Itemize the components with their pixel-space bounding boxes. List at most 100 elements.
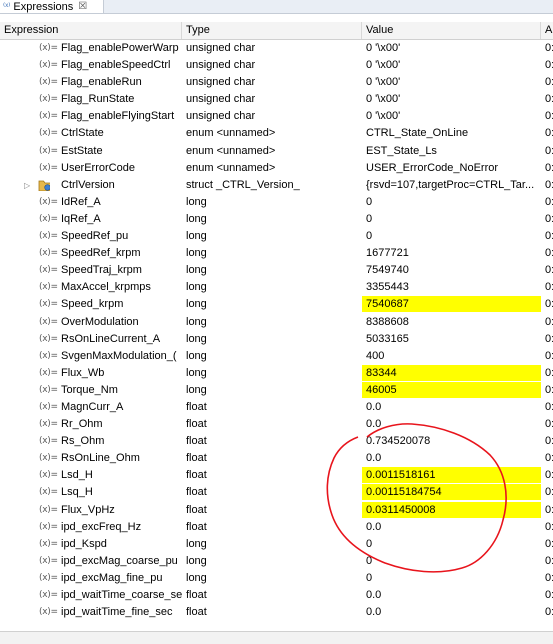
table-row[interactable]: (x)=Flux_VpHz float 0.0311450008 0: [0,501,553,519]
table-row[interactable]: (x)=ipd_excFreq_Hz float 0.0 0: [0,519,553,536]
value-text: 0 '\x00' [366,76,401,89]
value-cell[interactable]: 0.0011518161 [362,467,541,484]
table-row[interactable]: (x)=Torque_Nm long 46005 0: [0,381,553,399]
table-row[interactable]: (x)= Flag_enableFlyingStart unsigned char 0… [0,108,553,125]
type-cell: long [186,554,207,567]
expression-name: Lsd_H [61,469,93,482]
table-row[interactable]: (x)=EstState enum <unnamed> EST_State_Ls 0: [0,143,553,160]
value-cell[interactable]: 0 [362,194,541,211]
table-row[interactable]: (x)=ipd_Kspd long 0 0: [0,536,553,553]
table-row[interactable]: (x)=SvgenMaxModulation_(long 400 0: [0,348,553,365]
table-row[interactable]: (x)=Speed_krpm long 7540687 0: [0,296,553,313]
value-cell[interactable]: 46005 [362,381,541,399]
value-cell[interactable]: {rsvd=107,targetProc=CTRL_Tar... [362,177,541,194]
table-row[interactable]: (x)=SpeedRef_pu long 0 0: [0,228,553,245]
value-cell[interactable]: 400 [362,348,541,365]
table-row[interactable]: (x)=Rs_Ohm float 0.734520078 0: [0,433,553,450]
table-row[interactable]: (x)=Flux_Wb long 83344 0: [0,364,553,382]
table-row[interactable]: (x)=ipd_excMag_coarse_pu long 0 0: [0,553,553,570]
table-row[interactable]: (x)= UserErrorCode enum <unnamed> USER_Erro… [0,160,553,177]
type-cell: unsigned char [186,59,256,72]
value-cell[interactable]: 0 [362,553,541,570]
value-cell[interactable]: 0.0 [362,604,541,621]
value-cell[interactable]: 3355443 [362,279,541,296]
type-cell: long [186,298,207,311]
expression-cell: (x)= ipd_excMag_coarse_pu [0,553,182,570]
type-cell: enum <unnamed> [186,161,276,174]
table-row[interactable]: (x)=RsOnLineCurrent_A long 5033165 0: [0,331,553,348]
value-cell[interactable]: 5033165 [362,331,541,348]
column-header-type[interactable]: Type [182,22,362,39]
table-row[interactable]: (x)=ipd_waitTime_fine_sec float 0.0 0: [0,604,553,621]
value-cell[interactable]: 0.0 [362,450,541,467]
value-cell[interactable]: 1677721 [362,245,541,262]
value-cell[interactable]: CTRL_State_OnLine [362,125,541,142]
column-header-expression[interactable]: Expression [0,22,182,39]
table-row[interactable]: (x)=IqRef_A long 0 0: [0,211,553,228]
table-row[interactable]: (x)=MaxAccel_krpmps long 3355443 0: [0,279,553,296]
table-row[interactable]: (x)=Lsq_H float 0.00115184754 0: [0,484,553,501]
value-cell[interactable]: 0.0 [362,519,541,536]
expressions-icon: ⁽ˣ⁾ [3,1,11,11]
table-row[interactable]: (x)=SpeedRef_krpm long 1677721 0: [0,245,553,262]
table-row[interactable]: ▷ CtrlVersion struct _CTRL_Version_ {rsvd=1… [0,177,553,194]
table-row[interactable]: (x)=Lsd_H float 0.0011518161 0: [0,467,553,484]
type-cell: unsigned char [186,110,256,123]
value-cell[interactable]: 0.0 [362,416,541,433]
address-cell: 0: [545,520,553,533]
value-cell[interactable]: 7540687 [362,296,541,313]
type-cell: long [186,366,207,379]
table-row[interactable]: (x)= Flag_enableSpeedCtrl unsigned char 0 '… [0,57,553,74]
table-row[interactable]: (x)=Rr_Ohm float 0.0 0: [0,416,553,433]
table-row[interactable]: (x)=ipd_excMag_fine_pu long 0 0: [0,570,553,587]
value-cell[interactable]: 0 [362,536,541,553]
table-row[interactable]: (x)= Flag_enablePowerWarp unsigned char 0 '… [0,40,553,57]
value-cell[interactable]: 0 [362,211,541,228]
value-text: 0 [366,571,373,584]
table-row[interactable]: (x)=IdRef_A long 0 0: [0,194,553,211]
value-cell[interactable]: 0 [362,570,541,587]
table-row[interactable]: (x)=Flag_RunState unsigned char 0 '\x00' 0: [0,91,553,108]
value-cell[interactable]: 83344 [362,364,541,382]
expand-arrow-icon[interactable]: ▷ [24,177,30,194]
value-text: 0.0 [366,520,382,533]
value-cell[interactable]: 0.0 [362,399,541,416]
variable-icon: (x)= [39,367,58,378]
expression-cell: (x)= Torque_Nm [0,382,182,399]
table-row[interactable]: (x)=RsOnLine_Ohm float 0.0 0: [0,450,553,467]
close-icon[interactable]: ☒ [78,1,87,12]
table-row[interactable]: (x)=ipd_waitTime_coarse_se float 0.0 0: [0,587,553,604]
expression-cell: (x)= Flag_enableSpeedCtrl [0,57,182,74]
type-cell: long [186,571,207,584]
table-row[interactable]: (x)=MagnCurr_A float 0.0 0: [0,399,553,416]
address-cell: 0: [545,93,553,106]
expression-cell: (x)= OverModulation [0,314,182,331]
value-cell[interactable]: EST_State_Ls [362,143,541,160]
value-cell[interactable]: 7549740 [362,262,541,279]
table-row[interactable]: (x)=OverModulation long 8388608 0: [0,314,553,331]
value-cell[interactable]: 0.0 [362,587,541,604]
value-cell[interactable]: 0.0311450008 [362,501,541,519]
value-cell[interactable]: 0 '\x00' [362,91,541,108]
table-row[interactable]: (x)= Flag_enableRun unsigned char 0 '\x00' 0… [0,74,553,91]
value-cell[interactable]: 0.00115184754 [362,484,541,501]
value-cell[interactable]: 0 '\x00' [362,40,541,57]
table-row[interactable]: (x)=SpeedTraj_krpm long 7549740 0: [0,262,553,279]
value-cell[interactable]: USER_ErrorCode_NoError [362,160,541,177]
address-cell: 0: [545,178,553,191]
column-header-address[interactable]: A [541,22,553,39]
table-row[interactable]: (x)= CtrlState enum <unnamed> CTRL_State_On… [0,125,553,142]
value-cell[interactable]: 0 '\x00' [362,57,541,74]
address-cell: 0: [545,264,553,277]
address-cell: 0: [545,281,553,294]
value-cell[interactable]: 0 [362,228,541,245]
value-cell[interactable]: 0.734520078 [362,433,541,450]
value-cell[interactable]: 8388608 [362,314,541,331]
view-tab-bar: ⁽ˣ⁾ Expressions ☒ [0,0,553,14]
value-cell[interactable]: 0 '\x00' [362,74,541,91]
type-cell: float [186,400,207,413]
expression-name: CtrlState [61,127,104,140]
tab-expressions[interactable]: ⁽ˣ⁾ Expressions ☒ [0,0,104,13]
column-header-value[interactable]: Value [362,22,541,39]
value-cell[interactable]: 0 '\x00' [362,108,541,125]
